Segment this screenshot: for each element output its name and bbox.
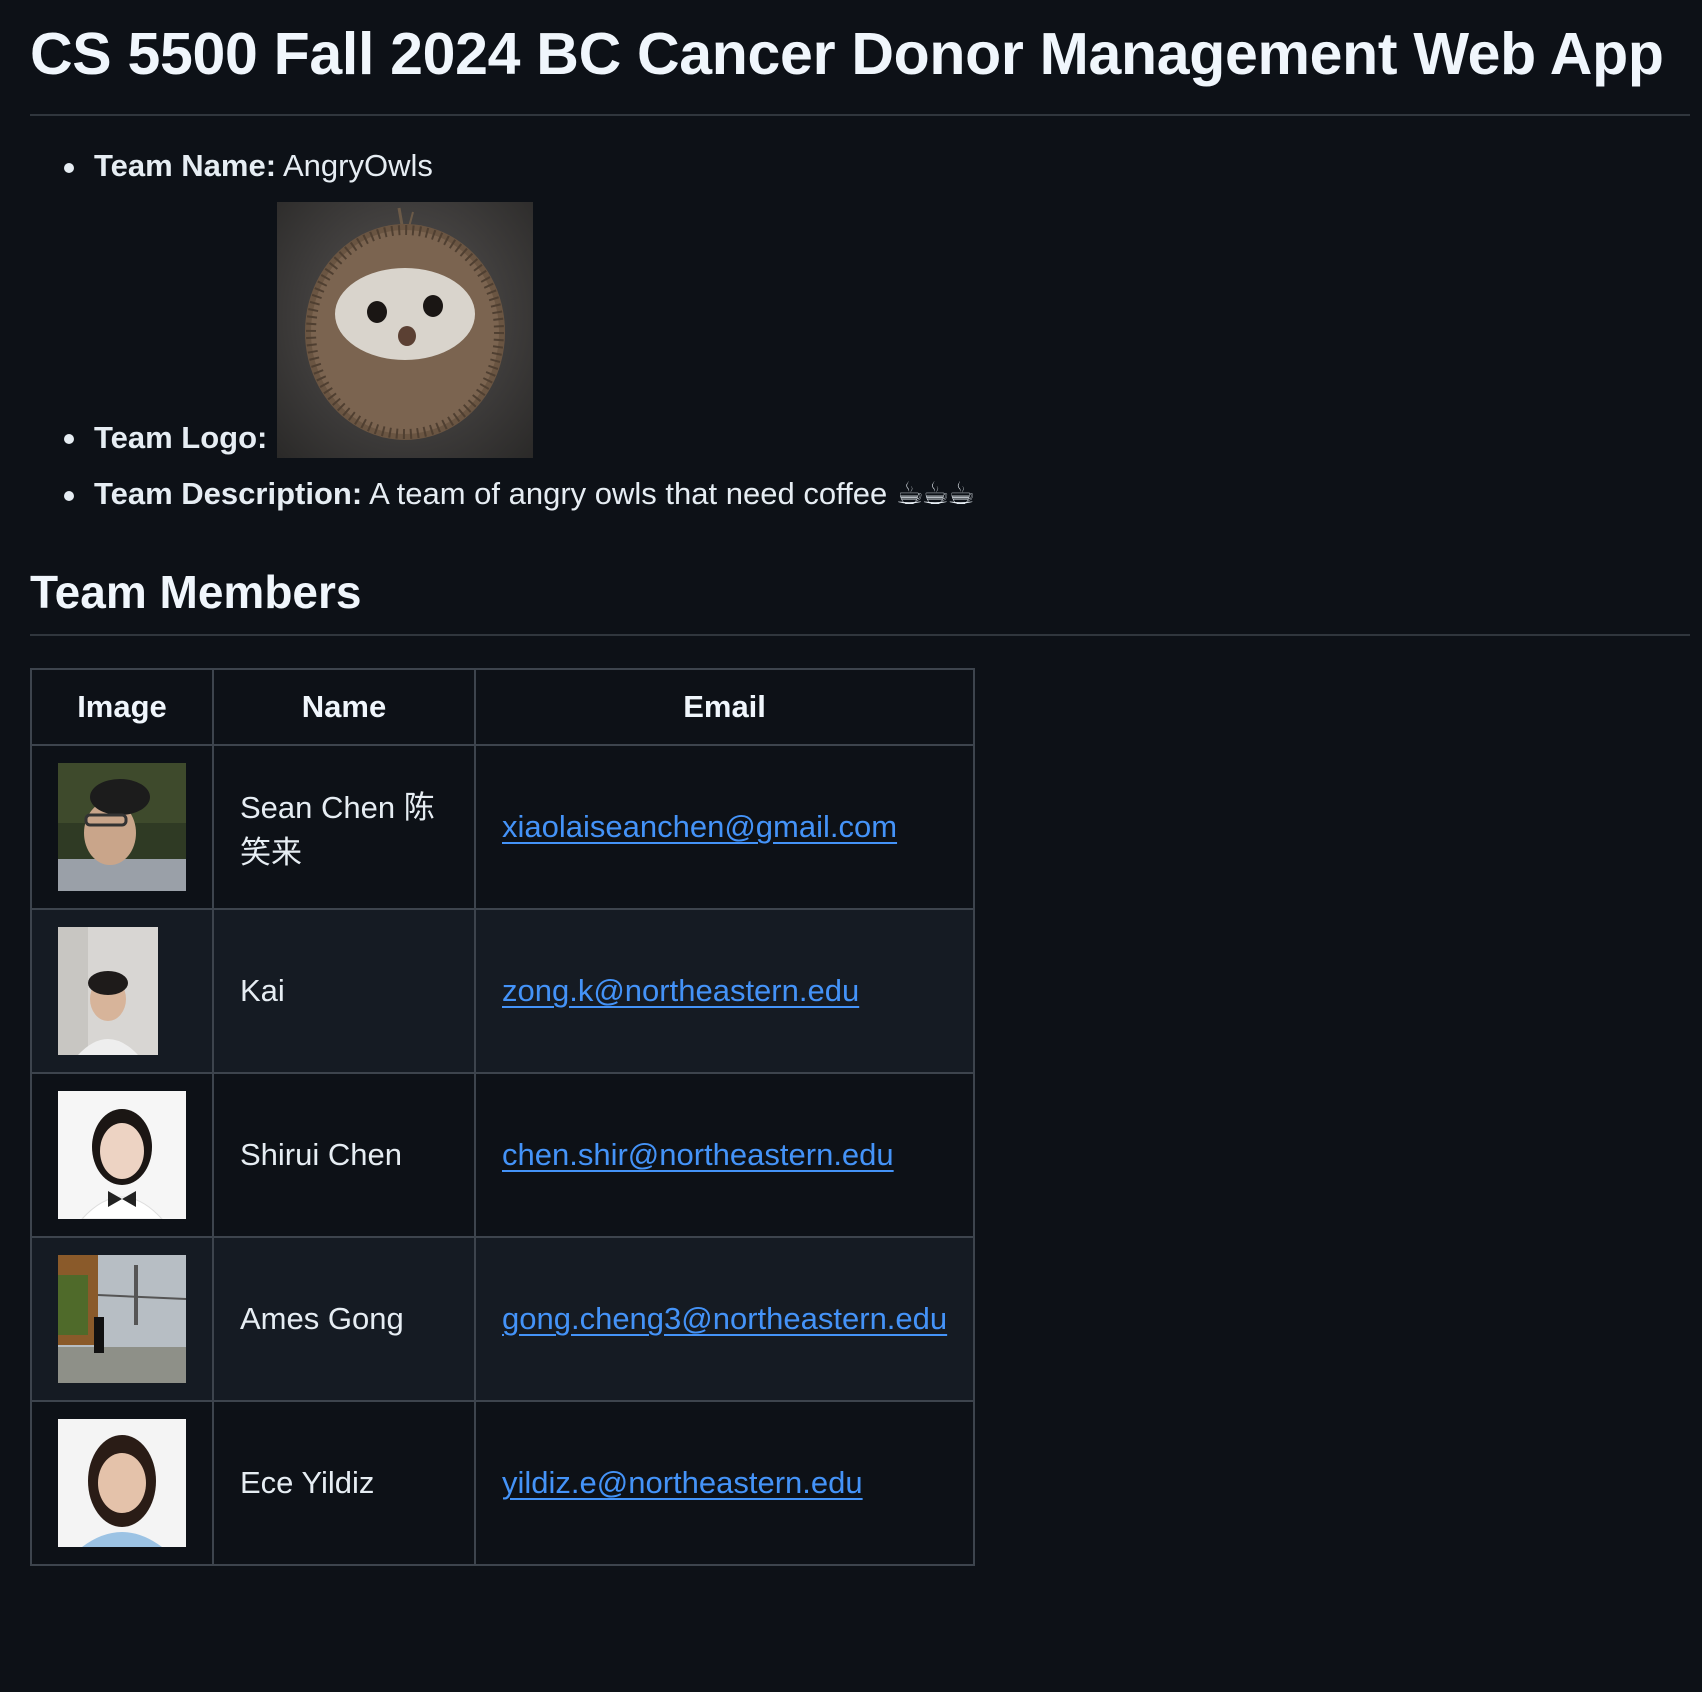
member-avatar[interactable]	[58, 1091, 186, 1219]
team-logo-item: Team Logo:	[64, 202, 1690, 458]
member-email-link[interactable]: chen.shir@northeastern.edu	[502, 1137, 894, 1172]
team-description-item: Team Description: A team of angry owls t…	[64, 474, 1690, 514]
member-image-cell	[30, 1072, 214, 1238]
readme-content: CS 5500 Fall 2024 BC Cancer Donor Manage…	[0, 0, 1702, 1566]
member-email-link[interactable]: xiaolaiseanchen@gmail.com	[502, 809, 897, 844]
member-avatar[interactable]	[58, 1255, 186, 1383]
owl-logo-image[interactable]	[277, 202, 534, 458]
table-row: Kai zong.k@northeastern.edu	[30, 908, 976, 1074]
column-header-email: Email	[473, 668, 976, 746]
member-name: Sean Chen 陈笑来	[212, 744, 476, 910]
column-header-name: Name	[212, 668, 476, 746]
member-avatar[interactable]	[58, 763, 186, 891]
team-name-label: Team Name:	[94, 148, 277, 183]
team-members-table: Image Name Email Sean Chen 陈笑来 xiaolaise…	[30, 668, 976, 1566]
column-header-image: Image	[30, 668, 214, 746]
team-description-value: A team of angry owls that need coffee	[369, 476, 888, 511]
member-image-cell	[30, 1236, 214, 1402]
member-email-cell: chen.shir@northeastern.edu	[473, 1072, 976, 1238]
table-row: Sean Chen 陈笑来 xiaolaiseanchen@gmail.com	[30, 744, 976, 910]
page-title: CS 5500 Fall 2024 BC Cancer Donor Manage…	[30, 14, 1690, 116]
member-avatar[interactable]	[58, 1419, 186, 1547]
team-name-value: AngryOwls	[282, 148, 433, 183]
member-image-cell	[30, 908, 214, 1074]
member-name: Ece Yildiz	[212, 1400, 476, 1566]
coffee-icon: ☕☕☕	[895, 476, 975, 512]
member-name: Ames Gong	[212, 1236, 476, 1402]
member-name: Kai	[212, 908, 476, 1074]
member-name: Shirui Chen	[212, 1072, 476, 1238]
member-email-link[interactable]: gong.cheng3@northeastern.edu	[502, 1301, 947, 1336]
table-row: Ece Yildiz yildiz.e@northeastern.edu	[30, 1400, 976, 1566]
team-info-list: Team Name: AngryOwls Team Logo: Team Des…	[30, 146, 1690, 514]
table-row: Ames Gong gong.cheng3@northeastern.edu	[30, 1236, 976, 1402]
member-avatar[interactable]	[58, 927, 158, 1055]
team-name-item: Team Name: AngryOwls	[64, 146, 1690, 186]
member-email-link[interactable]: yildiz.e@northeastern.edu	[502, 1465, 863, 1500]
member-image-cell	[30, 1400, 214, 1566]
member-email-cell: yildiz.e@northeastern.edu	[473, 1400, 976, 1566]
member-email-cell: xiaolaiseanchen@gmail.com	[473, 744, 976, 910]
member-email-link[interactable]: zong.k@northeastern.edu	[502, 973, 859, 1008]
member-image-cell	[30, 744, 214, 910]
member-email-cell: gong.cheng3@northeastern.edu	[473, 1236, 976, 1402]
team-members-heading: Team Members	[30, 562, 1690, 636]
team-logo-label: Team Logo:	[94, 420, 268, 455]
member-email-cell: zong.k@northeastern.edu	[473, 908, 976, 1074]
table-row: Shirui Chen chen.shir@northeastern.edu	[30, 1072, 976, 1238]
table-header-row: Image Name Email	[30, 668, 976, 746]
team-description-label: Team Description:	[94, 476, 363, 511]
